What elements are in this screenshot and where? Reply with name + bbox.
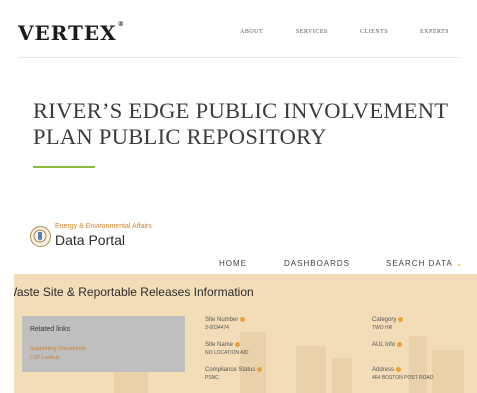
page-title: RIVER’S EDGE PUBLIC INVOLVEMENT PLAN PUB… (33, 98, 463, 150)
info-icon[interactable] (396, 367, 402, 372)
brand-logo-text: VERTEX (18, 21, 117, 45)
compliance-status-value: PSNC (205, 375, 219, 381)
category-label-text: Category (372, 317, 397, 324)
portal-screenshot: Energy & Environmental Affairs Data Port… (14, 210, 477, 393)
portal-nav-search-data[interactable]: SEARCH DATA ⌄ (386, 259, 463, 268)
portal-subtitle: Energy & Environmental Affairs (55, 223, 152, 230)
info-icon[interactable] (398, 317, 404, 322)
address-value: 464 BOSTON POST ROAD (372, 375, 434, 381)
chevron-down-icon: ⌄ (455, 259, 464, 268)
page-title-line-2: PLAN PUBLIC REPOSITORY (33, 124, 327, 149)
compliance-status-label: Compliance Status (205, 367, 263, 374)
site-name-label: Site Name (205, 342, 241, 349)
nav-clients[interactable]: CLIENTS (360, 29, 388, 35)
site-number-label-text: Site Number (205, 317, 239, 324)
site-number-label: Site Number (205, 317, 246, 324)
portal-name: Data Portal (55, 232, 126, 248)
aul-info-label-text: AUL Info (372, 342, 396, 349)
header-divider (18, 57, 459, 58)
supporting-documents-link[interactable]: Supporting Documents (30, 346, 86, 352)
brand-logo[interactable]: VERTEX® (18, 21, 125, 45)
info-icon[interactable] (257, 367, 263, 372)
search-data-label: SEARCH DATA (386, 259, 453, 268)
address-label-text: Address (372, 367, 395, 374)
nav-experts[interactable]: EXPERTS (420, 29, 449, 35)
info-icon[interactable] (240, 317, 246, 322)
state-seal-icon (30, 226, 51, 247)
site-name-value: NO LOCATION AID (205, 350, 249, 356)
lsp-lookup-link[interactable]: LSP Lookup (30, 355, 60, 361)
portal-nav-home[interactable]: HOME (219, 259, 247, 268)
related-links-title: Related links (30, 326, 71, 333)
category-label: Category (372, 317, 404, 324)
info-icon[interactable] (235, 342, 241, 347)
site-info-panel: Waste Site & Reportable Releases Informa… (14, 274, 477, 393)
page-title-line-1: RIVER’S EDGE PUBLIC INVOLVEMENT (33, 98, 449, 123)
site-number-value: 3-0034474 (205, 325, 229, 331)
category-value: TWO HR (372, 325, 393, 331)
nav-about[interactable]: ABOUT (240, 29, 263, 35)
top-navbar: VERTEX® ABOUT SERVICES CLIENTS EXPERTS (0, 0, 477, 56)
compliance-status-label-text: Compliance Status (205, 367, 256, 374)
page: VERTEX® ABOUT SERVICES CLIENTS EXPERTS R… (0, 0, 477, 393)
address-label: Address (372, 367, 402, 374)
info-icon[interactable] (397, 342, 403, 347)
aul-info-label: AUL Info (372, 342, 403, 349)
section-title: Waste Site & Reportable Releases Informa… (14, 285, 254, 299)
site-name-label-text: Site Name (205, 342, 234, 349)
title-accent-bar (33, 166, 95, 168)
trademark-mark: ® (117, 21, 125, 28)
related-links-panel: Related links Supporting Documents LSP L… (22, 316, 185, 372)
portal-nav-dashboards[interactable]: DASHBOARDS (284, 259, 350, 268)
nav-services[interactable]: SERVICES (296, 29, 328, 35)
